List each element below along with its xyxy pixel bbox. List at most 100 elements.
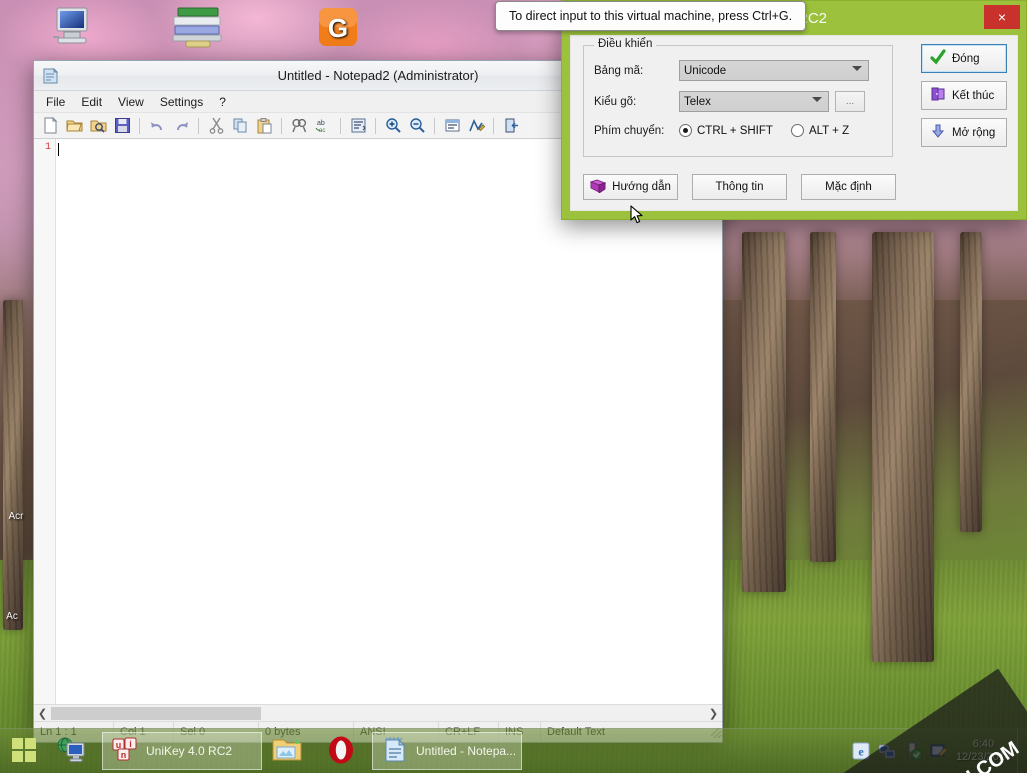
taskbar-item-network[interactable]	[49, 732, 100, 770]
scroll-left-icon[interactable]: ❮	[34, 707, 51, 720]
taskbar-item-explorer[interactable]	[264, 732, 317, 770]
hotkey-radio-ctrl-shift[interactable]: CTRL + SHIFT	[679, 124, 773, 137]
network-icon[interactable]	[878, 742, 896, 760]
charset-dropdown[interactable]: Unicode	[679, 60, 869, 81]
svg-text:G: G	[328, 13, 348, 43]
tree-trunk	[810, 232, 836, 562]
taskbar-item-unikey[interactable]: u i n UniKey 4.0 RC2	[102, 732, 262, 770]
door-exit-icon	[930, 86, 946, 105]
zoom-in-icon[interactable]	[382, 115, 404, 137]
replace-icon[interactable]: ab ac	[312, 115, 334, 137]
ie-icon[interactable]: e	[852, 742, 870, 760]
desktop-icon-label: Ac	[6, 611, 18, 622]
svg-text:i: i	[129, 739, 132, 749]
down-arrow-icon	[930, 123, 946, 142]
menu-edit[interactable]: Edit	[74, 93, 109, 111]
cut-icon[interactable]	[205, 115, 227, 137]
horizontal-scrollbar[interactable]: ❮ ❯	[34, 704, 722, 721]
close-icon[interactable]: ×	[984, 5, 1020, 29]
toolbar-separator	[340, 117, 341, 134]
info-label: Thông tin	[715, 181, 764, 193]
svg-text:ab: ab	[317, 120, 325, 127]
chevron-down-icon	[852, 66, 862, 71]
help-button[interactable]: Hướng dẫn	[583, 174, 678, 200]
show-desktop-button[interactable]	[1017, 728, 1027, 773]
menu-settings[interactable]: Settings	[153, 93, 210, 111]
scheme-default-icon[interactable]	[465, 115, 487, 137]
charset-label: Bảng mã:	[594, 64, 644, 77]
clock-time: 6:40	[972, 738, 995, 750]
vm-input-tooltip: To direct input to this virtual machine,…	[495, 1, 807, 31]
menu-view[interactable]: View	[111, 93, 151, 111]
desktop-icon-label: Acr	[8, 511, 24, 522]
help-label: Hướng dẫn	[612, 181, 671, 193]
redo-icon[interactable]	[170, 115, 192, 137]
notepad2-icon	[41, 67, 59, 85]
scheme-icon[interactable]	[441, 115, 463, 137]
toolbar-separator	[375, 117, 376, 134]
taskbar-item-opera[interactable]	[319, 732, 370, 770]
hotkey-option-2-label: ALT + Z	[808, 124, 850, 137]
line-number: 1	[44, 142, 51, 153]
tooltip-text: To direct input to this virtual machine,…	[509, 9, 793, 23]
toolbar-separator	[139, 117, 140, 134]
scroll-track[interactable]	[51, 705, 705, 721]
computer-icon	[36, 4, 112, 50]
save-icon[interactable]	[111, 115, 133, 137]
unikey-dialog[interactable]: 4.0 RC2 × Điều khiển Bảng mã: Unicode Ki…	[561, 0, 1027, 220]
taskbar-label: Untitled - Notepa...	[416, 744, 517, 758]
hotkey-radio-alt-z[interactable]: ALT + Z	[790, 124, 850, 137]
zoom-out-icon[interactable]	[406, 115, 428, 137]
chevron-down-icon	[812, 97, 822, 102]
input-method-more-button[interactable]: ...	[835, 91, 865, 112]
notepad2-icon	[381, 736, 409, 767]
taskbar-label: UniKey 4.0 RC2	[146, 744, 233, 758]
clock-date: 12/23/2014	[955, 751, 1011, 763]
exit-button[interactable]: Kết thúc	[921, 81, 1007, 110]
defaults-button[interactable]: Mặc định	[801, 174, 896, 200]
input-method-dropdown[interactable]: Telex	[679, 91, 829, 112]
info-button[interactable]: Thông tin	[692, 174, 787, 200]
find-icon[interactable]	[288, 115, 310, 137]
undo-icon[interactable]	[146, 115, 168, 137]
desktop-icon-books[interactable]	[160, 4, 236, 52]
hotkey-label: Phím chuyển:	[594, 124, 665, 137]
unikey-bottom-buttons: Hướng dẫn Thông tin Mặc định	[583, 174, 896, 200]
open-icon[interactable]	[63, 115, 85, 137]
toolbar-separator	[493, 117, 494, 134]
start-button[interactable]	[0, 729, 48, 773]
close-dialog-button[interactable]: Đóng	[921, 44, 1007, 73]
taskbar[interactable]: u i n UniKey 4.0 RC2 Untitled - Notepa..…	[0, 728, 1027, 773]
menu-help[interactable]: ?	[212, 93, 233, 111]
new-icon[interactable]	[39, 115, 61, 137]
input-method-label: Kiểu gõ:	[594, 95, 637, 108]
text-caret	[58, 143, 59, 156]
scroll-thumb[interactable]	[51, 706, 261, 720]
opera-icon	[326, 735, 356, 768]
notepad2-editor-area[interactable]: 1	[34, 139, 722, 704]
defaults-label: Mặc định	[825, 181, 872, 193]
browse-icon[interactable]	[87, 115, 109, 137]
unikey-client-area: Điều khiển Bảng mã: Unicode Kiểu gõ: Tel…	[570, 35, 1018, 211]
safely-remove-icon[interactable]	[904, 742, 922, 760]
ghost-g-icon: G	[300, 4, 376, 50]
toolbar-separator	[198, 117, 199, 134]
paste-icon[interactable]	[253, 115, 275, 137]
desktop-icon-ghost[interactable]: G	[300, 4, 376, 52]
copy-icon[interactable]	[229, 115, 251, 137]
unikey-tray-icon[interactable]	[930, 742, 948, 760]
exit-icon[interactable]	[500, 115, 522, 137]
system-tray[interactable]: e	[852, 742, 956, 760]
taskbar-clock[interactable]: 6:40 12/23/2014	[956, 738, 1017, 764]
expand-button[interactable]: Mở rộng	[921, 118, 1007, 147]
menu-file[interactable]: File	[39, 93, 72, 111]
line-number-gutter: 1	[34, 139, 56, 704]
desktop-icon-computer[interactable]	[36, 4, 112, 52]
green-check-icon	[930, 49, 946, 68]
windows-logo-icon	[11, 737, 37, 766]
taskbar-item-notepad2[interactable]: Untitled - Notepa...	[372, 732, 522, 770]
text-editor[interactable]	[56, 139, 722, 704]
tree-trunk	[960, 232, 982, 532]
scroll-right-icon[interactable]: ❯	[705, 707, 722, 720]
wordwrap-icon[interactable]	[347, 115, 369, 137]
